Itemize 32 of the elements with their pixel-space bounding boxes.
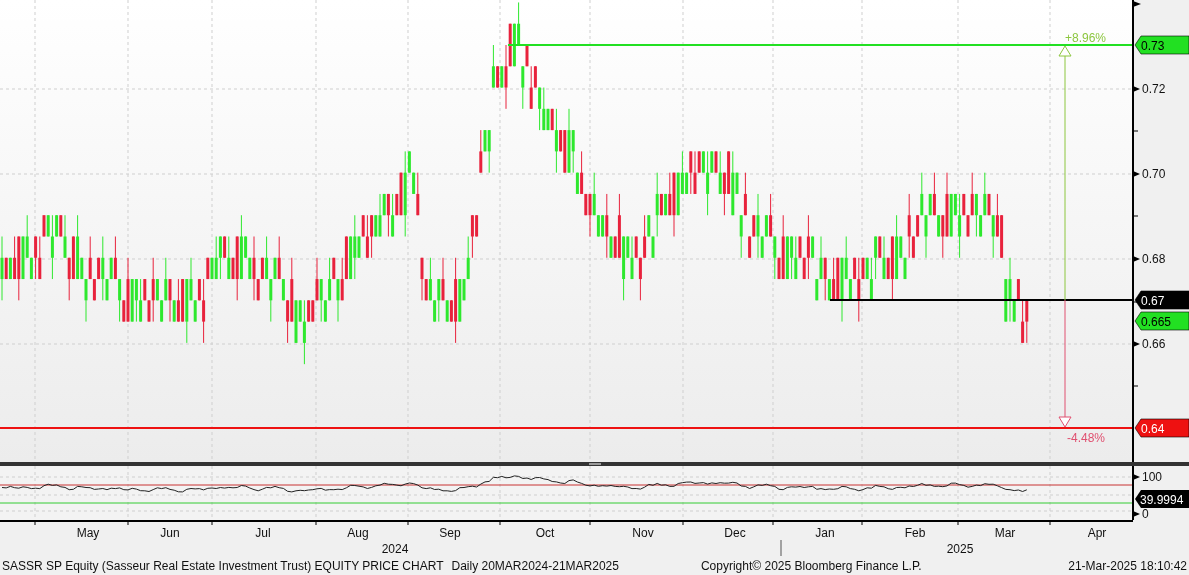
percent-change-label: -4.48% (1067, 431, 1106, 445)
price-axis-label: 0.66 (1142, 337, 1166, 351)
month-label: Oct (535, 526, 555, 540)
month-label: Dec (724, 526, 746, 540)
indicator-axis-label: 0 (1142, 507, 1149, 520)
year-label: 2024 (381, 542, 409, 556)
month-label: Jun (160, 526, 180, 540)
month-label: Aug (347, 526, 369, 540)
month-label: Nov (632, 526, 654, 540)
price-axis-label: 0.68 (1142, 252, 1166, 266)
month-label: Feb (904, 526, 926, 540)
price-marker-label: 0.64 (1141, 422, 1165, 436)
indicator-marker: 39.9994 (1135, 490, 1189, 508)
month-label: May (76, 526, 100, 540)
percent-change-label: +8.96% (1065, 31, 1107, 45)
price-marker-label: 0.67 (1141, 294, 1165, 308)
chart-description: SASSR SP Equity (Sasseur Real Estate Investment Trust) EQUITY PRICE CHART (2, 557, 444, 575)
indicator-axis-label: 100 (1142, 470, 1163, 484)
timestamp: 21-Mar-2025 18:10:42 (1068, 557, 1187, 575)
indicator-axis (1132, 466, 1140, 520)
month-label: Jul (255, 526, 271, 540)
price-marker-label: 0.665 (1141, 315, 1172, 329)
price-marker-label: 0.73 (1141, 39, 1165, 53)
month-label: Jan (815, 526, 835, 540)
month-label: Mar (994, 526, 1016, 540)
month-label: Apr (1087, 526, 1107, 540)
price-axis-label: 0.72 (1142, 82, 1166, 96)
copyright-text: Copyright© 2025 Bloomberg Finance L.P. (700, 557, 922, 575)
year-label: 2025 (946, 542, 974, 556)
date-range: Daily 20MAR2024-21MAR2025 (451, 557, 619, 575)
month-label: Sep (439, 526, 461, 540)
price-axis-label: 0.70 (1142, 167, 1166, 181)
